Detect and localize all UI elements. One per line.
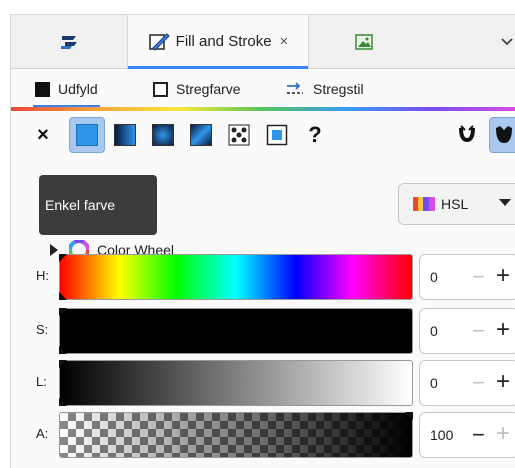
flat-color-button[interactable]: [69, 117, 105, 153]
radial-gradient-icon: [152, 124, 174, 146]
mesh-gradient-icon: [190, 124, 212, 146]
color-mode-dropdown[interactable]: HSL: [398, 183, 515, 225]
dock-tab-bar: Fill and Stroke ×: [11, 15, 515, 69]
slider-marker-top[interactable]: [405, 412, 413, 420]
increment-button[interactable]: +: [496, 369, 510, 395]
alpha-slider[interactable]: [59, 412, 413, 458]
linear-gradient-button[interactable]: [107, 117, 143, 153]
decrement-button[interactable]: −: [472, 370, 485, 396]
pattern-icon: [228, 124, 250, 146]
linear-gradient-icon: [114, 124, 136, 146]
close-icon[interactable]: ×: [280, 33, 289, 50]
subtab-label: Udfyld: [58, 81, 98, 97]
layers-icon: [61, 35, 77, 49]
slider-label: S:: [36, 322, 49, 337]
mesh-gradient-button[interactable]: [183, 117, 219, 153]
filled-square-icon: [35, 81, 50, 97]
tab-layers[interactable]: [11, 15, 127, 68]
slider-marker-bottom[interactable]: [59, 346, 67, 354]
color-strip: [11, 107, 515, 111]
spin-value[interactable]: 0: [430, 269, 438, 285]
slider-marker-top[interactable]: [59, 254, 67, 262]
saturation-slider[interactable]: [59, 308, 413, 354]
slider-label: L:: [36, 374, 47, 389]
swatch-button[interactable]: [259, 117, 295, 153]
tooltip: Enkel farve: [39, 175, 157, 235]
tab-fill-and-stroke[interactable]: Fill and Stroke ×: [127, 15, 309, 69]
increment-button[interactable]: +: [496, 317, 510, 343]
image-icon: [355, 33, 373, 50]
flat-color-icon: [76, 124, 98, 146]
increment-button[interactable]: +: [496, 263, 510, 289]
color-mode-label: HSL: [441, 196, 469, 212]
tab-overflow-button[interactable]: [487, 15, 515, 68]
subtab-label: Stregfarve: [176, 81, 241, 97]
saturation-slider-row: S: 0 − +: [0, 308, 515, 354]
chevron-down-icon: [501, 37, 513, 45]
tab-image[interactable]: [309, 15, 419, 68]
subtab-label: Stregstil: [313, 81, 364, 97]
spin-value[interactable]: 0: [430, 375, 438, 391]
caret-down-icon: [499, 199, 511, 206]
spin-value[interactable]: 100: [430, 427, 453, 443]
stroke-style-icon: [287, 82, 303, 94]
no-paint-button[interactable]: ×: [25, 117, 61, 153]
hue-slider-row: H: 0 − +: [0, 254, 515, 300]
pattern-button[interactable]: [221, 117, 257, 153]
decrement-button[interactable]: −: [472, 318, 485, 344]
hsl-mode-icon: [413, 197, 435, 211]
fill-rule-evenodd-icon: [459, 125, 475, 142]
alpha-slider-row: A: 100 − +: [0, 412, 515, 458]
swatch-icon: [266, 124, 288, 146]
slider-marker-top[interactable]: [59, 308, 67, 316]
hue-spinbutton[interactable]: 0 − +: [419, 254, 515, 300]
increment-button[interactable]: +: [496, 421, 510, 447]
tab-label: Fill and Stroke: [175, 33, 272, 50]
subtab-stroke-style[interactable]: Stregstil: [277, 71, 372, 107]
hue-slider[interactable]: [59, 254, 413, 300]
outline-square-icon: [153, 81, 168, 97]
alpha-spinbutton[interactable]: 100 − +: [419, 412, 515, 458]
radial-gradient-button[interactable]: [145, 117, 181, 153]
paint-type-toolbar: × ?: [11, 115, 515, 159]
fill-rule-nonzero-button[interactable]: [489, 117, 515, 153]
slider-label: A:: [36, 426, 49, 441]
slider-label: H:: [36, 268, 49, 283]
spin-value[interactable]: 0: [430, 323, 438, 339]
unset-paint-icon: ?: [308, 122, 322, 147]
lightness-spinbutton[interactable]: 0 − +: [419, 360, 515, 406]
lightness-slider[interactable]: [59, 360, 413, 406]
slider-marker-bottom[interactable]: [59, 398, 67, 406]
subtab-fill[interactable]: Udfyld: [27, 71, 106, 108]
decrement-button[interactable]: −: [472, 264, 485, 290]
lightness-slider-row: L: 0 − +: [0, 360, 515, 406]
slider-marker-top[interactable]: [59, 360, 67, 368]
fill-rule-nonzero-icon: [496, 126, 512, 143]
fill-stroke-subtabs: Udfyld Stregfarve Stregstil: [11, 71, 515, 109]
tooltip-text: Enkel farve: [45, 197, 116, 213]
subtab-stroke-paint[interactable]: Stregfarve: [145, 71, 249, 107]
fill-stroke-icon: [148, 32, 170, 51]
fill-rule-evenodd-button[interactable]: [449, 117, 485, 153]
unset-paint-button[interactable]: ?: [297, 117, 333, 153]
slider-marker-bottom[interactable]: [59, 292, 67, 300]
decrement-button[interactable]: −: [472, 422, 485, 448]
saturation-spinbutton[interactable]: 0 − +: [419, 308, 515, 354]
no-paint-icon: ×: [37, 123, 49, 146]
